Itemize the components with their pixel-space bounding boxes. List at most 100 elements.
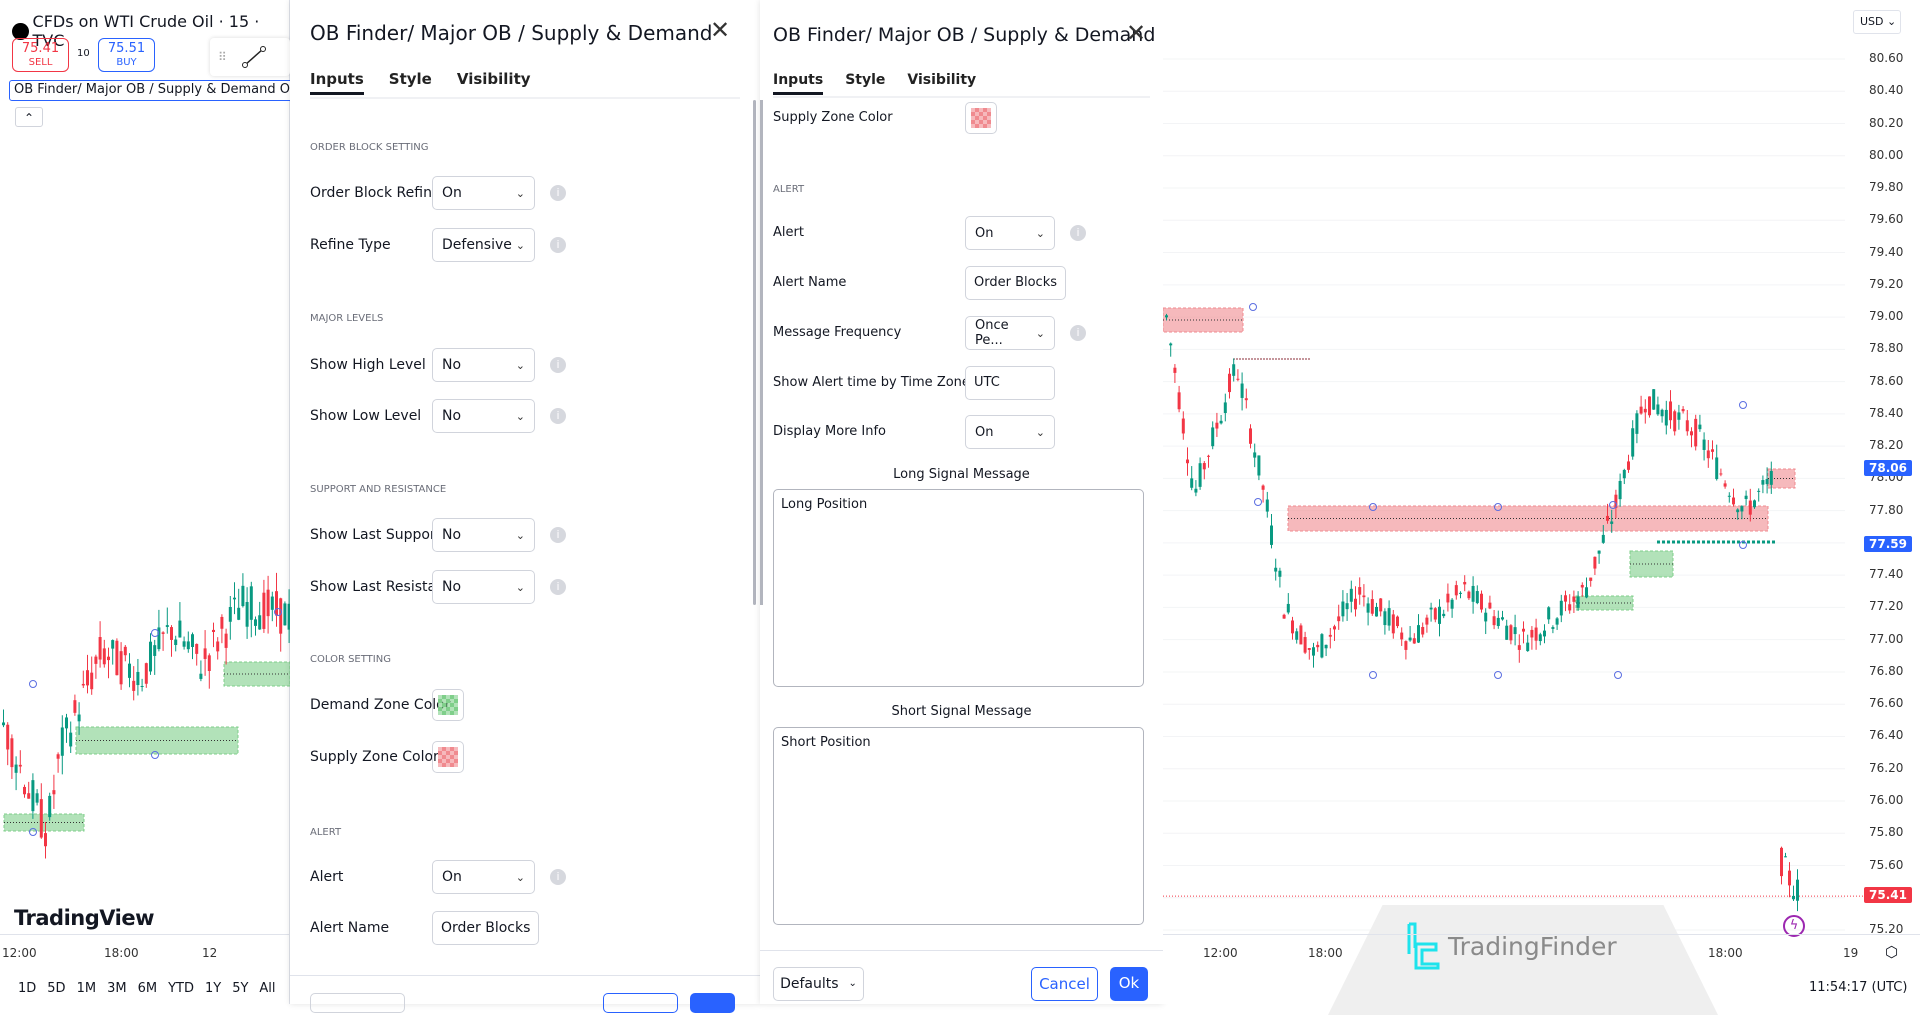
tab-style[interactable]: Style — [845, 72, 885, 95]
candle — [1341, 601, 1345, 617]
candle — [1753, 500, 1756, 508]
alert-label: Alert — [773, 225, 804, 240]
candle — [1244, 398, 1248, 401]
show-high-select[interactable]: No ⌄ — [432, 348, 535, 382]
candle — [1780, 847, 1783, 877]
info-icon[interactable]: i — [550, 869, 566, 885]
candle — [1417, 625, 1420, 643]
ok-button[interactable] — [690, 993, 735, 1013]
show-low-select[interactable]: No ⌄ — [432, 399, 535, 433]
candle — [1635, 413, 1639, 434]
indicator-legend[interactable]: OB Finder/ Major OB / Supply & Demand On… — [9, 80, 299, 101]
alert-name-input[interactable]: Order Blocks — [965, 266, 1067, 300]
message-frequency-select[interactable]: Once Pe... ⌄ — [965, 316, 1055, 350]
info-icon[interactable]: i — [550, 527, 566, 543]
chart-settings-icon[interactable]: ⬡ — [1885, 943, 1898, 961]
tab-visibility[interactable]: Visibility — [457, 70, 531, 95]
alert-select[interactable]: On ⌄ — [432, 860, 535, 894]
scrollbar[interactable] — [753, 100, 756, 605]
info-icon[interactable]: i — [550, 357, 566, 373]
refine-type-select[interactable]: Defensive ⌄ — [432, 228, 535, 262]
candle — [1723, 483, 1727, 487]
candle — [1744, 495, 1748, 500]
tab-inputs[interactable]: Inputs — [310, 70, 364, 95]
alert-select[interactable]: On ⌄ — [965, 216, 1055, 250]
candle — [1249, 428, 1252, 444]
range-1m[interactable]: 1M — [77, 981, 97, 996]
alert-time-zone-input[interactable]: UTC — [965, 366, 1055, 400]
show-support-select[interactable]: No ⌄ — [432, 518, 535, 552]
candle — [266, 589, 270, 617]
defaults-button[interactable] — [310, 993, 405, 1013]
cancel-button[interactable]: Cancel — [1031, 967, 1098, 1001]
range-all[interactable]: All — [259, 981, 275, 996]
collapse-legend-button[interactable]: ⌃ — [15, 107, 43, 127]
defaults-button[interactable]: Defaults ⌄ — [773, 967, 864, 1001]
candle — [1400, 632, 1404, 640]
candle — [10, 738, 14, 768]
long-message-textarea[interactable]: Long Position — [773, 489, 1144, 687]
sell-button[interactable]: 75.41 SELL — [12, 38, 69, 72]
tab-style[interactable]: Style — [389, 70, 432, 95]
order-block-refine-select[interactable]: On ⌄ — [432, 176, 535, 210]
info-icon[interactable]: i — [550, 237, 566, 253]
tab-inputs[interactable]: Inputs — [773, 72, 824, 95]
range-5d[interactable]: 5D — [47, 981, 65, 996]
candle — [73, 700, 77, 713]
candle — [1677, 412, 1681, 420]
range-1y[interactable]: 1Y — [205, 981, 221, 996]
close-icon[interactable]: ✕ — [1126, 19, 1146, 47]
candle — [1622, 469, 1626, 479]
short-message-textarea[interactable]: Short Position — [773, 727, 1144, 925]
candle — [1442, 613, 1446, 617]
trend-line-icon[interactable] — [241, 45, 267, 69]
candle — [153, 645, 157, 656]
pivot-marker — [1254, 498, 1262, 506]
candle — [39, 799, 43, 838]
candle — [81, 683, 85, 686]
supply-color-swatch[interactable] — [432, 741, 464, 773]
demand-color-swatch[interactable] — [432, 689, 464, 721]
scrollbar[interactable] — [760, 100, 763, 605]
divider — [0, 934, 290, 935]
candle — [1784, 856, 1787, 858]
candle — [27, 793, 31, 799]
range-6m[interactable]: 6M — [138, 981, 158, 996]
info-icon[interactable]: i — [550, 185, 566, 201]
candle — [1740, 506, 1744, 512]
close-icon[interactable]: ✕ — [710, 16, 730, 44]
settings-dialog-2: OB Finder/ Major OB / Supply & Demand ✕ … — [760, 0, 1163, 1004]
candle — [1538, 634, 1542, 642]
candle — [31, 780, 35, 812]
alert-name-input[interactable]: Order Blocks — [432, 911, 540, 945]
tab-visibility[interactable]: Visibility — [907, 72, 976, 95]
range-3m[interactable]: 3M — [107, 981, 127, 996]
range-1d[interactable]: 1D — [18, 981, 36, 996]
candle — [254, 619, 257, 626]
left-chart-canvas[interactable] — [0, 0, 290, 940]
info-icon[interactable]: i — [1070, 325, 1086, 341]
info-icon[interactable]: i — [550, 579, 566, 595]
range-ytd[interactable]: YTD — [168, 981, 194, 996]
info-icon[interactable]: i — [1070, 225, 1086, 241]
range-5y[interactable]: 5Y — [232, 981, 248, 996]
candle — [1706, 450, 1710, 459]
price-label: 78.60 — [1869, 373, 1904, 388]
currency-select[interactable]: USD ⌄ — [1853, 10, 1901, 34]
candle — [212, 629, 215, 633]
candle — [258, 615, 262, 630]
candle — [1421, 626, 1425, 635]
cancel-button[interactable] — [603, 993, 678, 1013]
supply-color-swatch[interactable] — [965, 102, 997, 134]
show-resistance-select[interactable]: No ⌄ — [432, 570, 535, 604]
candle — [1358, 587, 1362, 595]
pivot-marker — [1249, 303, 1257, 311]
right-chart-canvas[interactable] — [1163, 0, 1920, 935]
info-icon[interactable]: i — [550, 408, 566, 424]
buy-button[interactable]: 75.51 BUY — [98, 38, 155, 72]
ok-button[interactable]: Ok — [1110, 967, 1148, 1001]
candle — [1207, 455, 1210, 457]
display-more-info-select[interactable]: On ⌄ — [965, 415, 1055, 449]
drag-handle-icon[interactable]: ⠿ — [218, 50, 227, 64]
candle — [132, 680, 136, 691]
